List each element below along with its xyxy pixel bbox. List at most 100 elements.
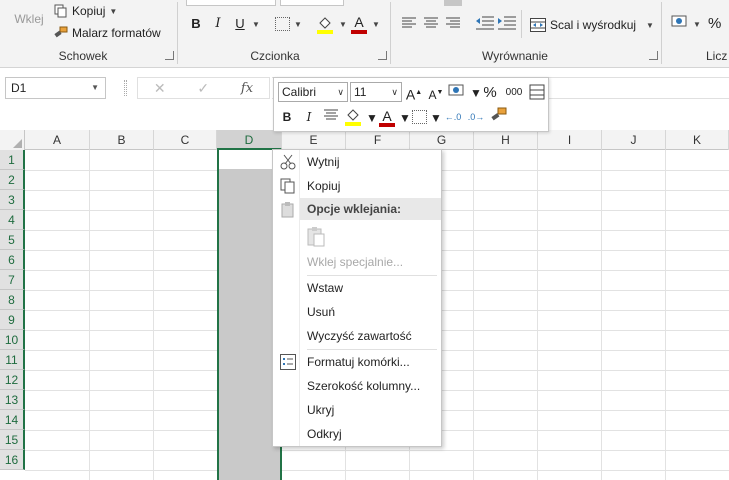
cancel-icon[interactable]: ✕	[154, 80, 166, 97]
copy-button[interactable]: Kopiuj ▼	[54, 1, 117, 21]
mini-borders-button[interactable]	[412, 110, 427, 124]
mini-center-align-button[interactable]	[323, 108, 339, 126]
decrease-font-size-button[interactable]: A▼	[427, 84, 445, 102]
bold-button[interactable]: B	[188, 15, 204, 33]
copy-icon	[54, 4, 67, 18]
menu-item-hide[interactable]: Ukryj	[273, 398, 441, 422]
copy-label: Kopiuj	[72, 4, 106, 18]
row-header[interactable]: 5	[0, 230, 25, 250]
decrease-indent-icon[interactable]	[476, 15, 494, 34]
mini-font-name-value: Calibri	[282, 85, 317, 99]
mini-format-painter-button[interactable]	[490, 107, 508, 125]
font-launcher[interactable]	[378, 51, 387, 60]
splitter-handle[interactable]	[124, 80, 127, 96]
alignment-launcher[interactable]	[649, 51, 658, 60]
column-header[interactable]: F	[346, 130, 410, 150]
paste-option-button[interactable]	[305, 226, 327, 248]
row-header[interactable]: 11	[0, 350, 25, 370]
mini-table-format-button[interactable]	[528, 84, 546, 102]
menu-item-clear-contents[interactable]: Wyczyść zawartość	[273, 324, 441, 348]
row-header[interactable]: 12	[0, 370, 25, 390]
percent-button[interactable]: %	[708, 15, 721, 32]
divider	[521, 10, 522, 38]
mini-fill-color-button[interactable]	[344, 106, 364, 126]
column-header[interactable]: K	[666, 130, 729, 150]
chevron-down-icon: ▼	[470, 86, 482, 100]
row-header[interactable]: 16	[0, 450, 25, 470]
row-header[interactable]: 7	[0, 270, 25, 290]
number-format-icon[interactable]	[671, 14, 691, 33]
paste-button[interactable]: Wklej	[10, 8, 48, 38]
align-center-icon[interactable]	[424, 16, 438, 33]
name-box[interactable]: D1 ▼	[5, 77, 106, 99]
insert-function-button[interactable]: fx	[241, 81, 253, 96]
increase-indent-icon[interactable]	[498, 15, 516, 34]
comma-style-button[interactable]: 000	[503, 84, 525, 102]
mini-font-color-button[interactable]: A	[378, 107, 396, 127]
row-header[interactable]: 2	[0, 170, 25, 190]
column-header[interactable]: E	[282, 130, 346, 150]
mini-number-format-button[interactable]	[447, 83, 469, 101]
decrease-decimal-button[interactable]: .0→	[467, 108, 485, 126]
italic-button[interactable]: I	[210, 15, 226, 33]
row-header[interactable]: 9	[0, 310, 25, 330]
menu-item-unhide[interactable]: Odkryj	[273, 422, 441, 446]
merge-cells-icon	[530, 18, 546, 32]
menu-item-paste-special[interactable]: Wklej specjalnie...	[273, 250, 441, 274]
align-top-button[interactable]	[444, 0, 462, 6]
column-header[interactable]: C	[154, 130, 217, 150]
merge-center-button[interactable]: Scal i wyśrodkuj ▼	[530, 15, 654, 35]
divider	[177, 2, 178, 64]
column-header[interactable]: B	[90, 130, 154, 150]
clipboard-launcher[interactable]	[165, 51, 174, 60]
font-size-select[interactable]	[280, 0, 344, 6]
row-header[interactable]: 1	[0, 150, 25, 170]
font-name-select[interactable]	[186, 0, 276, 6]
underline-button[interactable]: U	[232, 15, 248, 33]
format-painter-button[interactable]: Malarz formatów	[54, 23, 161, 43]
row-header[interactable]: 8	[0, 290, 25, 310]
name-box-value: D1	[11, 81, 27, 95]
mini-bold-button[interactable]: B	[279, 108, 295, 126]
menu-item-copy[interactable]: Kopiuj	[273, 174, 441, 198]
menu-item-delete[interactable]: Usuń	[273, 300, 441, 324]
menu-item-format-cells[interactable]: Formatuj komórki...	[273, 350, 441, 374]
row-header[interactable]: 10	[0, 330, 25, 350]
row-header[interactable]: 13	[0, 390, 25, 410]
select-all-button[interactable]	[0, 130, 25, 150]
chevron-down-icon: ▼	[399, 111, 411, 125]
chevron-down-icon: ▼	[252, 20, 260, 29]
font-color-button[interactable]: A	[350, 14, 368, 34]
column-header[interactable]: I	[538, 130, 602, 150]
align-left-icon[interactable]	[402, 16, 416, 33]
menu-item-cut[interactable]: Wytnij	[273, 150, 441, 174]
menu-item-column-width[interactable]: Szerokość kolumny...	[273, 374, 441, 398]
mini-percent-button[interactable]: %	[482, 84, 498, 102]
mini-font-name-select[interactable]: Calibri ∨	[278, 82, 348, 102]
increase-font-size-button[interactable]: A▲	[405, 84, 423, 103]
column-header-selected[interactable]: D	[217, 130, 282, 150]
mini-font-size-select[interactable]: 11 ∨	[350, 82, 402, 102]
increase-decimal-button[interactable]: ←.0	[444, 108, 462, 126]
row-header[interactable]: 3	[0, 190, 25, 210]
group-label-number: Licz	[706, 49, 728, 63]
align-right-icon[interactable]	[446, 16, 460, 33]
row-header[interactable]: 14	[0, 410, 25, 430]
column-header[interactable]: J	[602, 130, 666, 150]
column-header[interactable]: H	[474, 130, 538, 150]
menu-item-insert[interactable]: Wstaw	[273, 276, 441, 300]
row-header[interactable]: 4	[0, 210, 25, 230]
chevron-down-icon[interactable]: ▼	[91, 78, 99, 98]
active-cell[interactable]	[219, 150, 280, 169]
divider	[390, 2, 391, 64]
mini-italic-button[interactable]: I	[301, 108, 317, 126]
column-header[interactable]: A	[25, 130, 90, 150]
paste-options-header: Opcje wklejania:	[300, 198, 441, 220]
copy-icon	[280, 178, 295, 194]
row-header[interactable]: 15	[0, 430, 25, 450]
column-header[interactable]: G	[410, 130, 474, 150]
enter-icon[interactable]: ✓	[197, 80, 209, 97]
borders-button[interactable]	[275, 17, 290, 31]
row-header[interactable]: 6	[0, 250, 25, 270]
fill-color-button[interactable]	[316, 14, 336, 34]
